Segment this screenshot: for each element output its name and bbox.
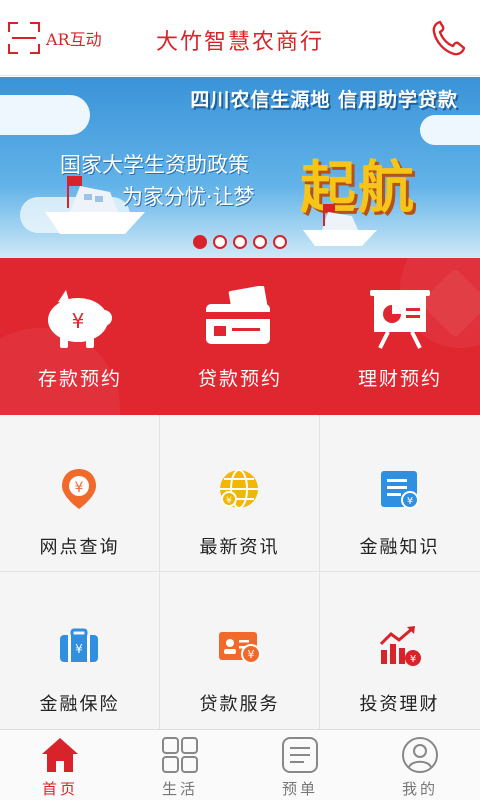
list-icon <box>282 737 318 773</box>
user-icon <box>402 737 438 773</box>
tab-life[interactable]: 生活 <box>120 730 240 800</box>
finance-knowledge-label: 金融知识 <box>359 537 440 558</box>
tab-orders[interactable]: 预单 <box>240 730 360 800</box>
growth-chart-icon: ¥ <box>379 626 421 666</box>
tab-life-label: 生活 <box>161 780 198 798</box>
latest-news-label: 最新资讯 <box>199 537 280 558</box>
globe-coin-icon: ¥ <box>220 469 258 509</box>
deposit-appointment-label: 存款预约 <box>37 368 122 390</box>
tab-orders-label: 预单 <box>281 780 318 798</box>
app-screen: AR互动 大竹智慧农商行 四川农信生源地 信用助学贷款 国家大学生资助政策 为家… <box>0 0 480 800</box>
paper-boat-icon <box>45 176 145 234</box>
bottom-tab-bar: 首页 生活 预单 我的 <box>0 729 480 800</box>
tab-mine[interactable]: 我的 <box>360 730 480 800</box>
svg-text:¥: ¥ <box>226 496 232 506</box>
svg-text:¥: ¥ <box>72 309 85 333</box>
carousel-dot[interactable] <box>233 235 247 249</box>
finance-knowledge-item[interactable]: ¥ 金融知识 <box>320 415 479 571</box>
tab-home[interactable]: 首页 <box>0 730 120 800</box>
latest-news-item[interactable]: ¥ 最新资讯 <box>160 415 319 571</box>
location-pin-icon: ¥ <box>62 469 96 509</box>
grid-icon <box>162 737 198 773</box>
id-card-coin-icon: ¥ <box>219 632 261 664</box>
branch-search-item[interactable]: ¥ 网点查询 <box>0 415 159 571</box>
svg-text:¥: ¥ <box>410 654 416 665</box>
tab-home-label: 首页 <box>41 780 78 798</box>
carousel-dot[interactable] <box>193 235 207 249</box>
tab-mine-label: 我的 <box>401 780 438 798</box>
svg-text:¥: ¥ <box>248 648 255 661</box>
loan-service-label: 贷款服务 <box>199 694 280 715</box>
carousel-dot[interactable] <box>273 235 287 249</box>
carousel-dot[interactable] <box>253 235 267 249</box>
finance-insurance-item[interactable]: ¥ 金融保险 <box>0 572 159 728</box>
investment-label: 投资理财 <box>359 694 440 715</box>
appointment-band: ¥ 存款预约 贷款预约 理财预约 <box>0 258 480 415</box>
svg-text:¥: ¥ <box>407 496 413 507</box>
loan-appointment-label: 贷款预约 <box>197 368 282 390</box>
wealth-appointment-button[interactable]: 理财预约 <box>320 258 480 415</box>
top-header: AR互动 大竹智慧农商行 <box>0 0 480 76</box>
services-grid: ¥ 网点查询 ¥ 最新资讯 ¥ 金融知识 ¥ 金融保险 ¥ 贷款服务 ¥ 投资理… <box>0 415 480 729</box>
branch-search-label: 网点查询 <box>39 537 120 558</box>
svg-text:¥: ¥ <box>75 642 83 656</box>
banner-headline: 四川农信生源地 信用助学贷款 <box>190 89 458 111</box>
svg-text:¥: ¥ <box>75 480 84 496</box>
piggy-bank-icon: ¥ <box>48 290 112 348</box>
investment-item[interactable]: ¥ 投资理财 <box>320 572 479 728</box>
loan-appointment-button[interactable]: 贷款预约 <box>160 258 320 415</box>
document-coin-icon: ¥ <box>381 471 419 509</box>
deposit-appointment-button[interactable]: ¥ 存款预约 <box>0 258 160 415</box>
card-money-icon <box>206 286 270 344</box>
finance-insurance-label: 金融保险 <box>39 694 120 715</box>
loan-service-item[interactable]: ¥ 贷款服务 <box>160 572 319 728</box>
briefcase-icon: ¥ <box>60 628 98 662</box>
page-title: 大竹智慧农商行 <box>155 30 324 55</box>
promo-banner[interactable]: 四川农信生源地 信用助学贷款 国家大学生资助政策 为家分忧·让梦 起航 <box>0 77 480 258</box>
phone-icon[interactable] <box>430 18 468 58</box>
presentation-board-icon <box>370 290 430 349</box>
carousel-indicator <box>0 235 480 249</box>
carousel-dot[interactable] <box>213 235 227 249</box>
wealth-appointment-label: 理财预约 <box>357 368 442 390</box>
home-icon <box>42 738 78 772</box>
